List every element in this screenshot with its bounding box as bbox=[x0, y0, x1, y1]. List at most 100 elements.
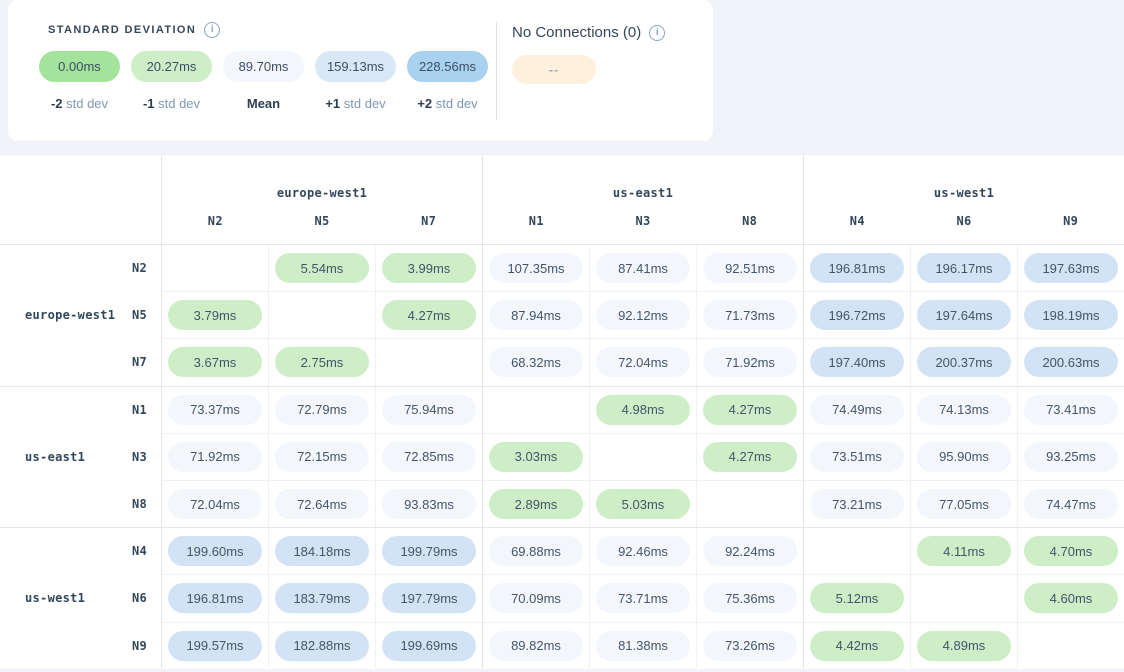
latency-pill[interactable]: 196.17ms bbox=[917, 253, 1011, 283]
latency-cell: 93.83ms bbox=[375, 480, 482, 527]
row-header-n8: N8 bbox=[0, 480, 161, 527]
latency-pill[interactable]: 4.27ms bbox=[382, 300, 476, 330]
legend-divider bbox=[496, 22, 497, 120]
latency-pill[interactable]: 200.37ms bbox=[917, 347, 1011, 377]
latency-pill[interactable]: 92.51ms bbox=[703, 253, 797, 283]
latency-pill[interactable]: 89.82ms bbox=[489, 631, 583, 661]
latency-cell: 4.70ms bbox=[1017, 527, 1124, 574]
latency-pill[interactable]: 4.70ms bbox=[1024, 536, 1118, 566]
latency-pill[interactable]: 71.92ms bbox=[168, 442, 262, 472]
latency-cell: 4.98ms bbox=[589, 386, 696, 433]
latency-pill[interactable]: 72.04ms bbox=[168, 489, 262, 519]
latency-pill[interactable]: 5.03ms bbox=[596, 489, 690, 519]
latency-pill[interactable]: 74.13ms bbox=[917, 395, 1011, 425]
latency-pill[interactable]: 5.54ms bbox=[275, 253, 369, 283]
latency-pill[interactable]: 3.79ms bbox=[168, 300, 262, 330]
legend-stop-plus1: 159.13ms +1 std dev bbox=[315, 51, 396, 111]
latency-pill[interactable]: 73.21ms bbox=[810, 489, 904, 519]
latency-pill[interactable]: 199.79ms bbox=[382, 536, 476, 566]
info-icon[interactable]: i bbox=[204, 22, 220, 38]
latency-pill[interactable]: 4.89ms bbox=[917, 631, 1011, 661]
latency-pill[interactable]: 196.81ms bbox=[810, 253, 904, 283]
latency-cell bbox=[696, 480, 803, 527]
latency-pill[interactable]: 4.27ms bbox=[703, 395, 797, 425]
latency-pill[interactable]: 68.32ms bbox=[489, 347, 583, 377]
latency-pill[interactable]: 107.35ms bbox=[489, 253, 583, 283]
latency-pill[interactable]: 200.63ms bbox=[1024, 347, 1118, 377]
latency-pill[interactable]: 77.05ms bbox=[917, 489, 1011, 519]
latency-pill[interactable]: 2.75ms bbox=[275, 347, 369, 377]
legend-pill-mean: 89.70ms bbox=[223, 51, 304, 82]
latency-cell: 199.79ms bbox=[375, 527, 482, 574]
legend-pill-plus2: 228.56ms bbox=[407, 51, 488, 82]
latency-pill[interactable]: 199.60ms bbox=[168, 536, 262, 566]
latency-pill[interactable]: 73.37ms bbox=[168, 395, 262, 425]
info-icon[interactable]: i bbox=[649, 25, 665, 41]
latency-cell: 200.63ms bbox=[1017, 338, 1124, 385]
latency-pill[interactable]: 72.64ms bbox=[275, 489, 369, 519]
std-deviation-section: STANDARD DEVIATION i 0.00ms -2 std dev 2… bbox=[8, 0, 488, 141]
latency-pill[interactable]: 87.41ms bbox=[596, 253, 690, 283]
row-node-label: N5 bbox=[132, 308, 147, 322]
latency-pill[interactable]: 95.90ms bbox=[917, 442, 1011, 472]
latency-pill[interactable]: 2.89ms bbox=[489, 489, 583, 519]
latency-pill[interactable]: 92.24ms bbox=[703, 536, 797, 566]
latency-pill[interactable]: 4.98ms bbox=[596, 395, 690, 425]
latency-cell: 199.57ms bbox=[161, 622, 268, 669]
latency-pill[interactable]: 4.27ms bbox=[703, 442, 797, 472]
latency-pill[interactable]: 81.38ms bbox=[596, 631, 690, 661]
latency-pill[interactable]: 199.57ms bbox=[168, 631, 262, 661]
latency-pill[interactable]: 3.03ms bbox=[489, 442, 583, 472]
latency-pill[interactable]: 72.79ms bbox=[275, 395, 369, 425]
legend-label-minus2: -2 std dev bbox=[51, 96, 108, 111]
row-node-label: N9 bbox=[132, 639, 147, 653]
latency-pill[interactable]: 3.67ms bbox=[168, 347, 262, 377]
latency-pill[interactable]: 70.09ms bbox=[489, 583, 583, 613]
latency-cell bbox=[589, 433, 696, 480]
latency-pill[interactable]: 93.25ms bbox=[1024, 442, 1118, 472]
latency-pill[interactable]: 73.41ms bbox=[1024, 395, 1118, 425]
latency-pill[interactable]: 197.79ms bbox=[382, 583, 476, 613]
latency-pill[interactable]: 3.99ms bbox=[382, 253, 476, 283]
latency-pill[interactable]: 196.81ms bbox=[168, 583, 262, 613]
latency-pill[interactable]: 74.47ms bbox=[1024, 489, 1118, 519]
latency-pill[interactable]: 197.63ms bbox=[1024, 253, 1118, 283]
latency-pill[interactable]: 4.42ms bbox=[810, 631, 904, 661]
latency-pill[interactable]: 4.60ms bbox=[1024, 583, 1118, 613]
latency-pill[interactable]: 72.15ms bbox=[275, 442, 369, 472]
latency-pill[interactable]: 92.46ms bbox=[596, 536, 690, 566]
row-region-label: us-east1 bbox=[25, 450, 85, 464]
latency-matrix: europe-west1 N2 N5 N7 us-east1 N1 N3 N8 … bbox=[0, 154, 1124, 669]
column-header-node: N6 bbox=[911, 214, 1018, 228]
latency-pill[interactable]: 72.85ms bbox=[382, 442, 476, 472]
latency-cell: 72.15ms bbox=[268, 433, 375, 480]
latency-pill[interactable]: 73.51ms bbox=[810, 442, 904, 472]
latency-pill[interactable]: 69.88ms bbox=[489, 536, 583, 566]
latency-pill[interactable]: 73.71ms bbox=[596, 583, 690, 613]
std-deviation-title: STANDARD DEVIATION bbox=[48, 24, 196, 36]
latency-pill[interactable]: 92.12ms bbox=[596, 300, 690, 330]
latency-pill[interactable]: 5.12ms bbox=[810, 583, 904, 613]
latency-pill[interactable]: 93.83ms bbox=[382, 489, 476, 519]
latency-pill[interactable]: 75.36ms bbox=[703, 583, 797, 613]
latency-pill[interactable]: 75.94ms bbox=[382, 395, 476, 425]
latency-pill[interactable]: 198.19ms bbox=[1024, 300, 1118, 330]
latency-cell: 73.51ms bbox=[803, 433, 910, 480]
latency-pill[interactable]: 73.26ms bbox=[703, 631, 797, 661]
latency-pill[interactable]: 74.49ms bbox=[810, 395, 904, 425]
latency-pill[interactable]: 197.64ms bbox=[917, 300, 1011, 330]
latency-cell: 184.18ms bbox=[268, 527, 375, 574]
latency-cell: 3.67ms bbox=[161, 338, 268, 385]
latency-pill[interactable]: 184.18ms bbox=[275, 536, 369, 566]
latency-pill[interactable]: 71.73ms bbox=[703, 300, 797, 330]
latency-pill[interactable]: 196.72ms bbox=[810, 300, 904, 330]
latency-pill[interactable]: 71.92ms bbox=[703, 347, 797, 377]
latency-pill[interactable]: 4.11ms bbox=[917, 536, 1011, 566]
latency-pill[interactable]: 87.94ms bbox=[489, 300, 583, 330]
latency-pill[interactable]: 182.88ms bbox=[275, 631, 369, 661]
latency-cell: 93.25ms bbox=[1017, 433, 1124, 480]
latency-pill[interactable]: 199.69ms bbox=[382, 631, 476, 661]
latency-pill[interactable]: 183.79ms bbox=[275, 583, 369, 613]
latency-pill[interactable]: 72.04ms bbox=[596, 347, 690, 377]
latency-pill[interactable]: 197.40ms bbox=[810, 347, 904, 377]
